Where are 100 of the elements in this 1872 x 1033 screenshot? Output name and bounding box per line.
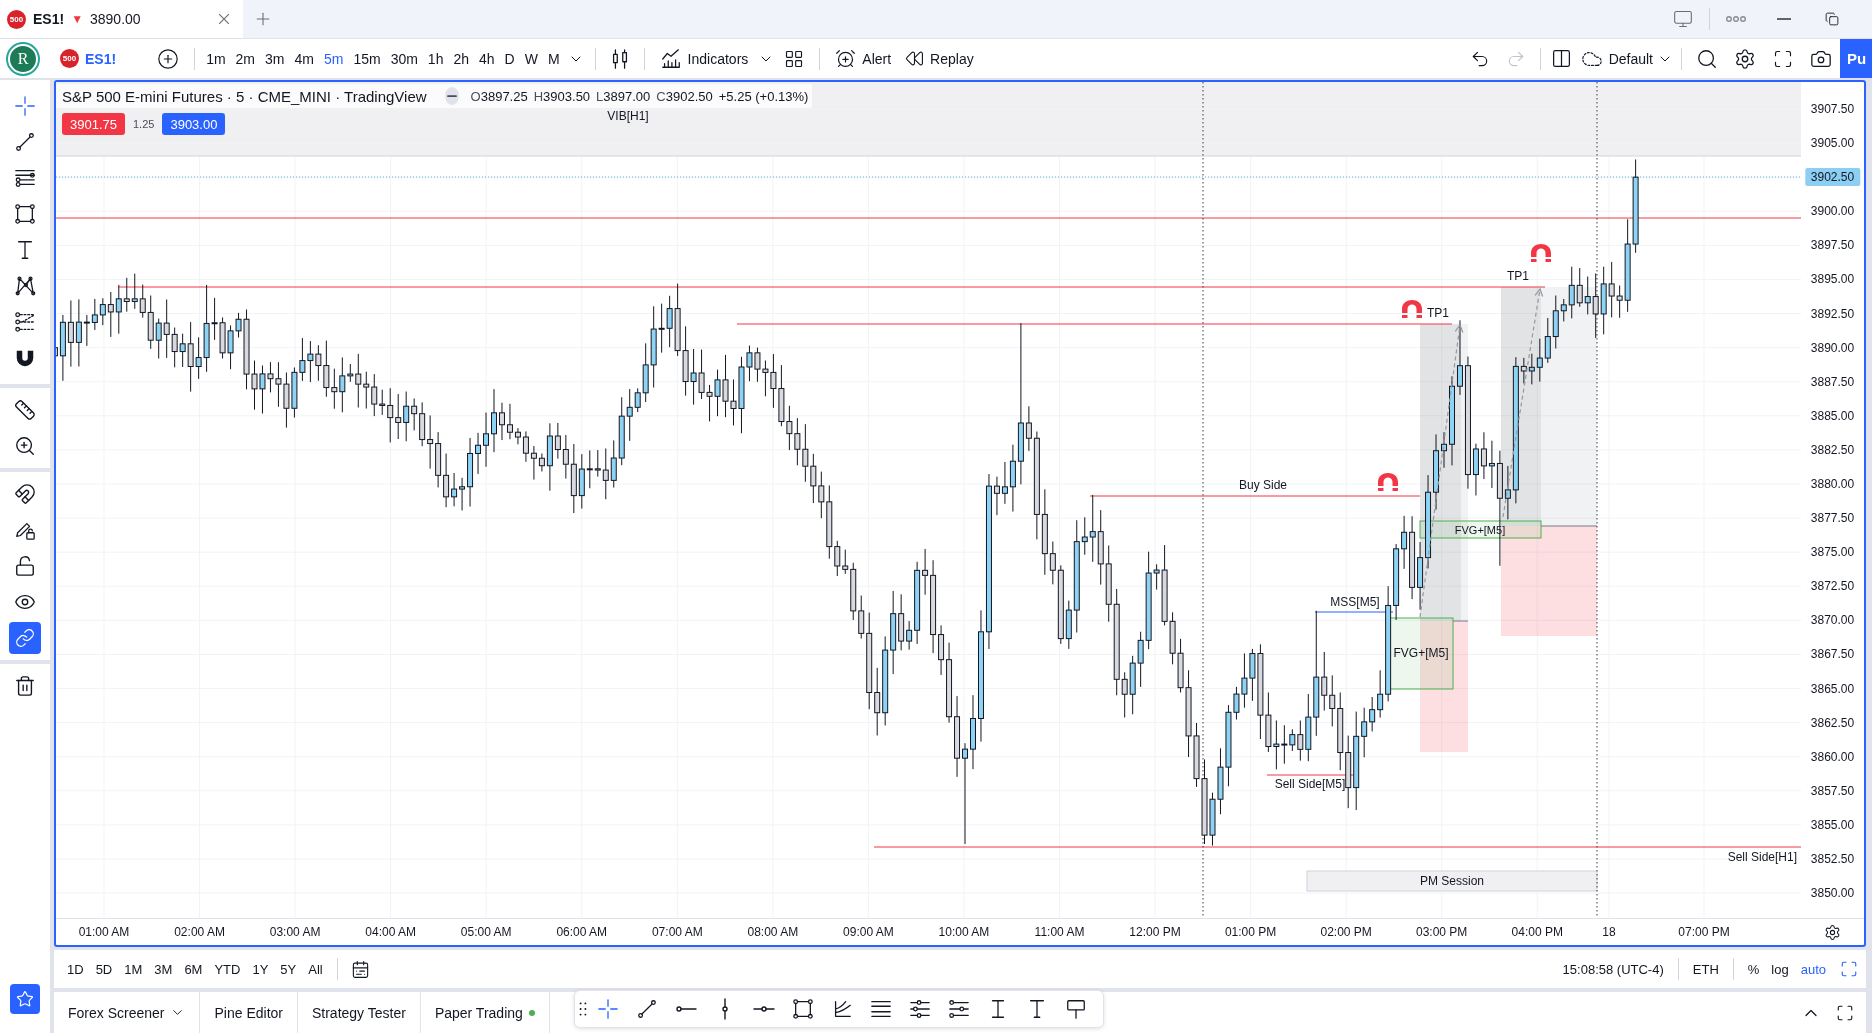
lock-open-icon [14, 555, 36, 577]
time-tick: 04:00 AM [365, 925, 416, 939]
magnet-icon [14, 483, 36, 505]
price-tick: 3865.00 [1810, 681, 1855, 696]
fullscreen-icon [1840, 960, 1858, 978]
fullscreen-icon [1773, 48, 1793, 69]
tab-symbol: ES1! [33, 11, 65, 27]
star-icon [16, 990, 34, 1008]
interval-button[interactable]: 2h [448, 41, 474, 76]
entry-line [1452, 620, 1469, 622]
time-tick: 02:00 AM [174, 925, 225, 939]
user-avatar[interactable]: R [8, 43, 38, 74]
range-button[interactable]: 5D [89, 954, 119, 984]
alert-button[interactable]: Alert [828, 41, 899, 76]
range-button[interactable]: 1D [61, 954, 90, 984]
time-tick: 18 [1602, 925, 1616, 939]
panel-tab[interactable]: Pine Editor [200, 992, 298, 1033]
range-button[interactable]: 6M [178, 954, 209, 984]
price-tick: 3860.00 [1810, 749, 1855, 764]
interval-button[interactable]: 4m [289, 41, 319, 76]
range-button[interactable]: 1M [118, 954, 149, 984]
search-icon [1696, 47, 1718, 70]
interval-button[interactable]: W [519, 41, 543, 76]
interval-button[interactable]: D [499, 41, 520, 76]
level-label: Sell Side[M5] [1274, 777, 1346, 791]
save-layout-button[interactable]: Default [1576, 41, 1655, 76]
price-tick: 3857.50 [1810, 783, 1855, 798]
minimize-icon [1777, 18, 1791, 20]
interval-button[interactable]: 1h [422, 41, 449, 76]
interval-button[interactable]: 1m [201, 41, 231, 76]
replay-button[interactable]: Replay [898, 41, 981, 76]
symbol-search-button[interactable]: 500 ES1! [56, 41, 125, 76]
browser-tab[interactable]: 500 ES1! ▼ 3890.00 [0, 0, 243, 38]
price-tick: 3867.50 [1810, 647, 1855, 662]
symbol-title: S&P 500 E-mini Futures · 5 · CME_MINI · TradingView [62, 87, 427, 105]
fib-lines-icon [14, 167, 36, 189]
panel-tab[interactable]: Strategy Tester [297, 992, 421, 1033]
buy-button[interactable]: 3903.00 [162, 113, 226, 135]
rectangle-icon [792, 998, 814, 1020]
price-tick: 3887.50 [1810, 374, 1855, 389]
change-marker: ▼ [71, 12, 83, 26]
range-button[interactable]: 1Y [246, 954, 275, 984]
settings-icon [1824, 923, 1841, 941]
interval-button[interactable]: 4h [474, 41, 500, 76]
range-button[interactable]: 5Y [274, 954, 303, 984]
time-tick: 05:00 AM [460, 925, 512, 939]
interval-button[interactable]: 3m [260, 41, 290, 76]
session-label: PM Session [1420, 874, 1484, 888]
range-button[interactable]: 3M [148, 954, 179, 984]
price-tick: 3895.00 [1810, 272, 1855, 287]
time-tick: 01:00 PM [1224, 925, 1277, 939]
columns-icon [1551, 48, 1573, 69]
ohlc-value: O3897.25 [470, 88, 528, 104]
price-tick: 3897.50 [1810, 238, 1855, 253]
trend-line-icon [636, 998, 658, 1020]
price-tick: 3875.00 [1810, 545, 1855, 560]
crosshair-icon [597, 998, 619, 1020]
sell-button[interactable]: 3901.75 [62, 113, 125, 135]
pattern-icon [14, 275, 36, 297]
price-change: +5.25 (+0.13%) [718, 88, 809, 104]
interval-button[interactable]: 5m [318, 41, 349, 76]
indicators-button[interactable]: Indicators [652, 41, 756, 76]
price-tick: 3870.00 [1810, 613, 1855, 628]
time-tick: 04:00 PM [1511, 925, 1563, 939]
link-icon [15, 628, 35, 648]
price-tick: 3872.50 [1810, 579, 1855, 594]
price-tick: 3892.50 [1810, 306, 1855, 321]
collapse-button[interactable] [444, 87, 459, 105]
range-button[interactable]: YTD [208, 954, 247, 984]
time-tick: 02:00 PM [1320, 925, 1372, 939]
scale-toggle[interactable]: log [1765, 954, 1795, 984]
interval-button[interactable]: 30m [385, 41, 423, 76]
magnet-icon [1378, 473, 1398, 491]
grid-icon [784, 48, 805, 69]
scale-toggle[interactable]: % [1741, 954, 1766, 984]
callout-icon [1065, 998, 1087, 1020]
forecast-lines-icon [14, 311, 36, 333]
clock-text: 15:08:58 (UTC-4) [1561, 961, 1665, 977]
scale-toggle[interactable]: auto [1794, 954, 1832, 984]
panel-tab[interactable]: Forex Screener [54, 992, 201, 1033]
ohlc-value: L3897.00 [596, 88, 651, 104]
price-tick: 3877.50 [1810, 511, 1855, 526]
time-tick: 08:00 AM [747, 925, 799, 939]
time-tick: 07:00 PM [1678, 925, 1730, 939]
rectangle-icon [14, 203, 36, 225]
panel-tab[interactable]: Paper Trading [420, 992, 550, 1033]
interval-button[interactable]: M [542, 41, 565, 76]
interval-button[interactable]: 15m [348, 41, 386, 76]
range-button[interactable]: All [302, 954, 329, 984]
monitor-icon [1673, 9, 1693, 29]
interval-button[interactable]: 2m [230, 41, 261, 76]
time-tick: 01:00 AM [78, 925, 130, 939]
parallel-lines-icon [909, 998, 931, 1020]
price-tick: 3862.50 [1810, 715, 1855, 730]
publish-button[interactable]: Pu [1840, 39, 1872, 78]
time-tick: 11:00 AM [1034, 925, 1085, 939]
session-button[interactable]: ETH [1686, 954, 1725, 984]
ohlc-value: H3903.50 [533, 88, 591, 104]
price-tick: 3900.00 [1810, 204, 1855, 219]
favorites-button[interactable] [10, 984, 40, 1014]
